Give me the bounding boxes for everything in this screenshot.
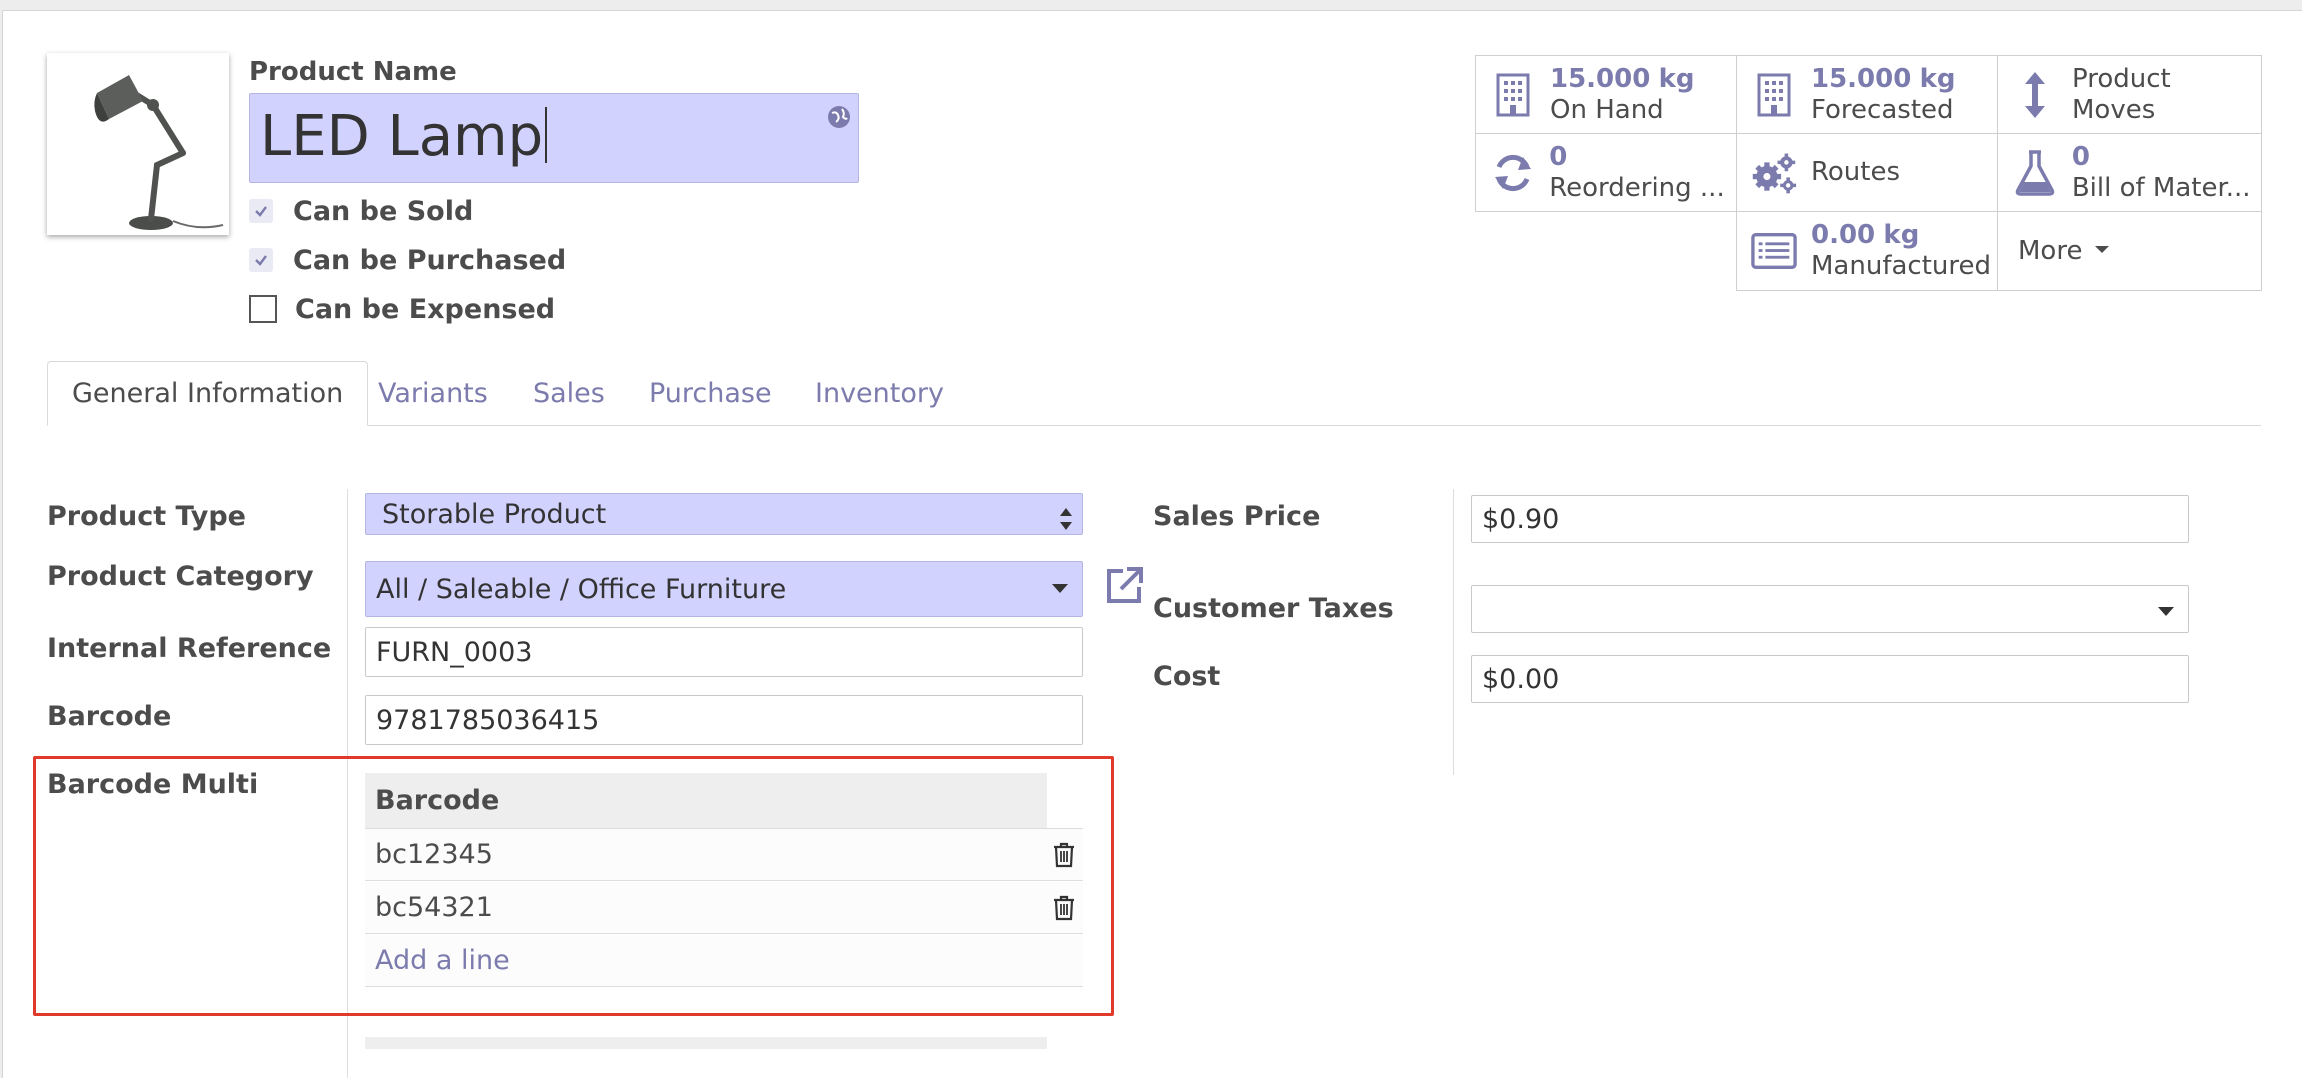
tab-inventory[interactable]: Inventory [791,361,968,426]
bom-label: Bill of Mater... [2071,172,2251,203]
tab-general-information[interactable]: General Information [47,361,369,426]
internal-reference-value: FURN_0003 [376,636,533,668]
more-button[interactable]: More [1997,211,2262,291]
product-moves-line1: Product [2072,63,2171,94]
caret-down-icon [2158,607,2174,616]
manufactured-label: Manufactured [1811,251,1991,281]
routes-label: Routes [1811,157,1901,187]
product-type-value: Storable Product [382,498,607,530]
on-hand-unit: kg [1658,63,1695,94]
external-link-icon[interactable] [1103,565,1145,611]
checkbox-checked[interactable] [249,199,273,223]
text-caret [545,107,548,163]
on-hand-label: On Hand [1550,94,1664,125]
product-category-select[interactable]: All / Saleable / Office Furniture [365,561,1083,617]
bom-value: 0 [2071,141,2090,172]
product-category-label: Product Category [47,561,314,592]
flask-icon [2012,149,2058,196]
sales-price-label: Sales Price [1153,501,1321,532]
forecasted-unit: kg [1919,63,1956,94]
barcode-multi-highlight [33,756,1114,1016]
manufactured-button[interactable]: 0.00 kg Manufactured [1736,211,1998,291]
on-hand-value: 15.000 [1550,63,1651,94]
cost-value: $0.00 [1482,663,1560,695]
list-icon [1751,228,1797,274]
smart-buttons: 15.000 kg On Hand 15.000 kg Forecasted P… [1475,55,2262,291]
barcode-label: Barcode [47,701,172,732]
product-name-input[interactable]: LED Lamp [249,93,859,183]
checkbox-checked[interactable] [249,248,273,272]
more-label: More [2018,235,2083,266]
routes-button[interactable]: Routes [1736,133,1998,212]
building-icon [1751,72,1797,118]
forecasted-value: 15.000 [1811,63,1912,94]
label-separator [1453,489,1454,775]
bill-of-materials-button[interactable]: 0 Bill of Mater... [1997,133,2262,212]
gears-icon [1751,150,1797,196]
forecasted-button[interactable]: 15.000 kg Forecasted [1736,55,1998,134]
reordering-label: Reordering ... [1549,172,1725,203]
caret-down-icon [2094,245,2109,253]
can-be-sold-label: Can be Sold [293,195,474,227]
barcode-value: 9781785036415 [376,704,600,736]
can-be-expensed-label: Can be Expensed [295,293,556,325]
can-be-purchased-checkbox[interactable]: Can be Purchased [249,243,566,277]
product-moves-line2: Moves [2072,94,2156,125]
product-type-select[interactable]: Storable Product [365,493,1083,535]
forecasted-label: Forecasted [1811,94,1954,125]
on-hand-button[interactable]: 15.000 kg On Hand [1475,55,1737,134]
product-image[interactable] [47,53,229,235]
sales-price-input[interactable]: $0.90 [1471,495,2189,543]
select-arrows-icon [1060,506,1072,537]
reordering-value: 0 [1549,141,1568,172]
product-type-label: Product Type [47,501,246,532]
barcode-input[interactable]: 9781785036415 [365,695,1083,745]
product-name-value: LED Lamp [260,104,544,169]
checkbox-unchecked[interactable] [249,295,277,323]
tab-sales[interactable]: Sales [509,361,629,426]
product-moves-button[interactable]: Product Moves [1997,55,2262,134]
product-name-label: Product Name [249,57,457,87]
internal-reference-label: Internal Reference [47,633,332,664]
form-sheet: Product Name LED Lamp Can be Sold Can be… [2,10,2302,1078]
can-be-expensed-checkbox[interactable]: Can be Expensed [249,292,555,326]
product-category-value: All / Saleable / Office Furniture [376,573,787,605]
can-be-purchased-label: Can be Purchased [293,244,567,276]
can-be-sold-checkbox[interactable]: Can be Sold [249,194,473,228]
cost-input[interactable]: $0.00 [1471,655,2189,703]
internal-reference-input[interactable]: FURN_0003 [365,627,1083,677]
globe-icon[interactable] [826,104,852,134]
manufactured-unit: kg [1883,220,1920,250]
caret-down-icon [1052,584,1068,593]
building-icon [1490,72,1536,118]
customer-taxes-select[interactable] [1471,585,2189,633]
tab-purchase[interactable]: Purchase [625,361,796,426]
up-down-arrow-icon [2012,71,2058,118]
manufactured-value: 0.00 [1811,220,1876,250]
cost-label: Cost [1153,661,1221,692]
desk-lamp-image [94,75,224,230]
reordering-button[interactable]: 0 Reordering ... [1475,133,1737,212]
tab-variants[interactable]: Variants [354,361,512,426]
sales-price-value: $0.90 [1482,503,1560,535]
next-section-header [365,1037,1047,1049]
refresh-icon [1490,150,1535,196]
customer-taxes-label: Customer Taxes [1153,593,1394,624]
